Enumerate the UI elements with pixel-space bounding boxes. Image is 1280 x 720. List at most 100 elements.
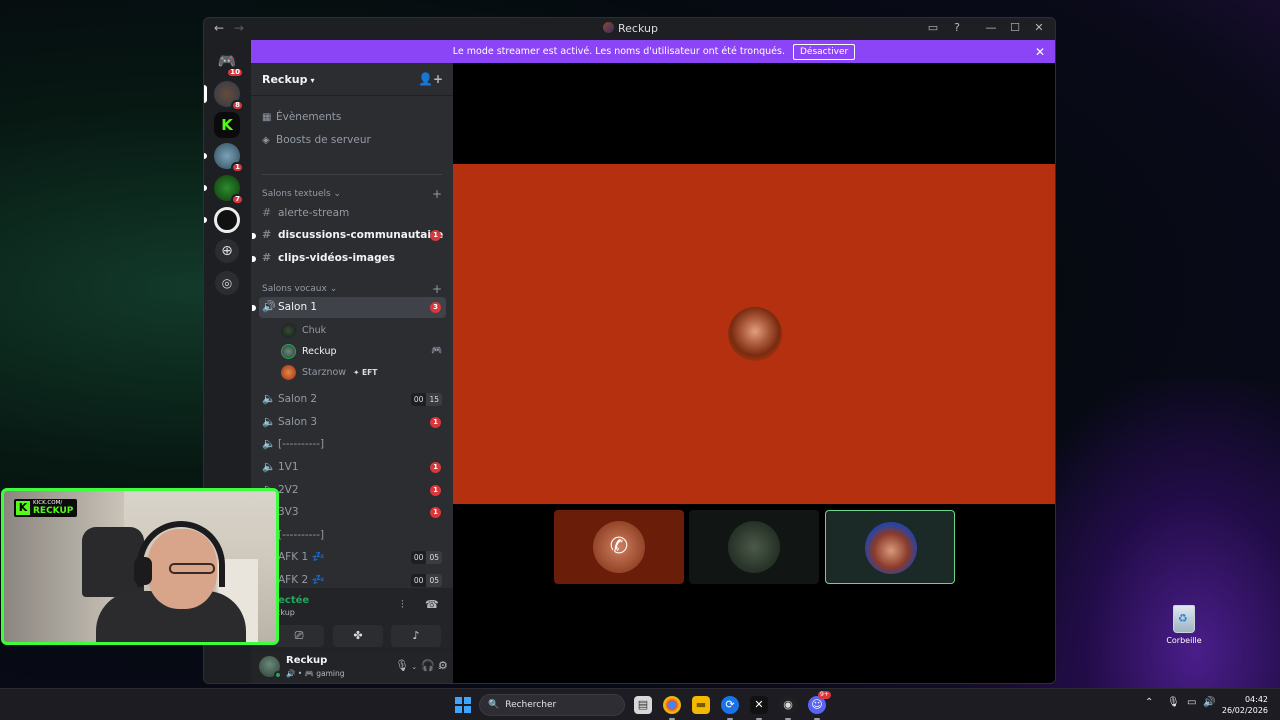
voice-channel-afk-1[interactable]: 🔈AFK 1 💤 0005 <box>259 547 446 568</box>
speaker-muted-icon: 🔈 <box>262 437 276 450</box>
volume-icon[interactable]: 🔊 <box>1203 697 1215 708</box>
participant-tile-3[interactable] <box>825 510 955 584</box>
divider <box>262 174 442 175</box>
hash-icon: # <box>262 206 272 219</box>
window-controls: ▭ ? — ☐ ✕ <box>921 21 1051 34</box>
participant-tile-2[interactable] <box>689 510 819 584</box>
controls-spacer <box>969 21 979 34</box>
voice-channel-salon-3[interactable]: 🔈 Salon 3 1 <box>259 412 446 433</box>
voice-channel-salon-1[interactable]: 🔊 Salon 1 3 <box>252 297 446 318</box>
help-icon[interactable]: ? <box>945 21 969 34</box>
close-banner-icon[interactable]: ✕ <box>1035 45 1045 59</box>
channel-label: [----------] <box>278 438 325 450</box>
participant-avatar <box>865 522 917 574</box>
online-status-icon <box>274 671 282 679</box>
count-current: 00 <box>410 574 427 587</box>
voice-stage: ✆ <box>453 63 1055 683</box>
count-limit: 15 <box>426 393 442 406</box>
capcut-icon[interactable]: ✕ <box>750 696 768 720</box>
text-category[interactable]: Salons textuels ⌄ + <box>262 187 442 201</box>
events-link[interactable]: ▦ Évènements <box>262 111 341 123</box>
settings-gear-icon[interactable]: ⚙ <box>438 659 448 672</box>
app-icon-blue[interactable]: ⟳ <box>721 696 739 720</box>
discord-icon[interactable]: ☺ 9+ <box>808 691 831 720</box>
server-boosts-link[interactable]: ◈ Boosts de serveur <box>262 134 371 146</box>
server-badge: 1 <box>231 162 244 173</box>
file-explorer-icon[interactable]: ▬ <box>692 696 710 714</box>
chrome-icon[interactable] <box>663 696 681 720</box>
maximize-button[interactable]: ☐ <box>1003 21 1027 34</box>
voice-channel-3v3[interactable]: 🔈3V3 1 <box>259 502 446 523</box>
channel-label: clips-vidéos-images <box>278 252 395 264</box>
soundboard-button[interactable]: ♪ <box>391 625 441 647</box>
active-server-pill <box>204 85 207 103</box>
username[interactable]: Reckup <box>286 655 327 666</box>
display-icon[interactable]: ▭ <box>1187 697 1196 708</box>
member-name: Chuk <box>302 324 327 336</box>
channel-clips-videos-images[interactable]: # clips-vidéos-images <box>252 248 446 269</box>
user-count: 00 15 <box>410 393 442 406</box>
game-activity: ✦ EFT <box>353 367 378 377</box>
activities-button[interactable]: ✤ <box>333 625 383 647</box>
mention-badge: 3 <box>430 302 441 313</box>
clock-date: 26/02/2026 <box>1221 706 1268 715</box>
disconnect-icon[interactable]: ☎ <box>425 598 439 611</box>
user-status: 🔊 • 🎮 gaming <box>286 669 345 678</box>
hash-icon: # <box>262 251 272 264</box>
microphone-icon[interactable]: 🎙 ⌄ <box>395 659 417 672</box>
server-header[interactable]: Reckup ▾ 👤+ <box>251 63 453 96</box>
channel-sidebar: Reckup ▾ 👤+ ▦ Évènements ◈ Boosts de serveu… <box>251 63 453 683</box>
add-server-icon[interactable]: ⊕ <box>215 239 239 263</box>
close-button[interactable]: ✕ <box>1027 21 1051 34</box>
taskbar-clock[interactable]: 04:42 26/02/2026 <box>1220 694 1268 716</box>
task-view-icon[interactable]: ▤ <box>634 696 652 714</box>
server-icon-5[interactable] <box>204 207 240 233</box>
voice-member-starznow[interactable]: Starznow ✦ EFT <box>281 363 377 381</box>
channel-label: alerte-stream <box>278 207 350 219</box>
voice-channel-2v2[interactable]: 🔈2V2 1 <box>259 480 446 501</box>
channel-alerte-stream[interactable]: # alerte-stream <box>259 203 446 224</box>
unread-indicator <box>252 256 256 262</box>
count-limit: 05 <box>426 574 442 587</box>
windows-start-icon[interactable] <box>455 697 471 713</box>
add-voice-channel-icon[interactable]: + <box>432 282 442 296</box>
chevron-up-icon[interactable]: ⌃ <box>1145 697 1153 708</box>
minimize-button[interactable]: — <box>979 21 1003 34</box>
user-count: 00 05 <box>410 574 442 587</box>
noise-suppression-icon[interactable]: ⫶ <box>401 598 404 612</box>
mention-badge: 1 <box>430 485 441 496</box>
participant-tile-1[interactable]: ✆ <box>554 510 684 584</box>
server-icon-reckup[interactable]: 8 <box>204 81 244 111</box>
unread-indicator <box>252 305 256 311</box>
voice-member-chuk[interactable]: Chuk <box>281 321 326 339</box>
screen-share-button[interactable]: ⎚ <box>274 625 324 647</box>
microphone-tray-icon[interactable]: 🎙 <box>1167 697 1180 708</box>
webcam-earcup <box>134 557 152 585</box>
channel-discussions-communautaire[interactable]: # discussions-communautaire 1 <box>252 225 446 246</box>
kick-text: KICK.COM/ RECKUP <box>33 500 73 516</box>
discover-icon[interactable]: ◎ <box>215 271 239 295</box>
discord-window: ← → Reckup ▭ ? — ☐ ✕ 🎮 10 8 K 1 7 ⊕ ◎ Le… <box>203 17 1056 684</box>
server-icon-kick[interactable]: K <box>214 112 240 138</box>
channel-label: Salon 3 <box>278 416 318 428</box>
discord-home-icon[interactable]: 🎮 10 <box>214 48 244 78</box>
webcam-overlay: K KICK.COM/ RECKUP <box>1 488 279 645</box>
focused-participant-tile[interactable] <box>453 164 1055 504</box>
voice-channel-separator-2[interactable]: 🔈[----------] <box>259 525 446 546</box>
obs-icon[interactable]: ◉ <box>779 696 797 720</box>
voice-channel-1v1[interactable]: 🔈 1V1 1 <box>259 457 446 478</box>
recycle-bin-shortcut[interactable]: Corbeille <box>1164 605 1204 645</box>
server-icon-4[interactable]: 7 <box>204 175 244 205</box>
inbox-icon[interactable]: ▭ <box>921 21 945 34</box>
server-icon-3[interactable]: 1 <box>204 143 244 173</box>
voice-category[interactable]: Salons vocaux ⌄ + <box>262 282 442 296</box>
voice-channel-salon-2[interactable]: 🔈 Salon 2 00 15 <box>259 389 446 410</box>
taskbar-search[interactable]: 🔍 Rechercher <box>479 694 625 716</box>
add-text-channel-icon[interactable]: + <box>432 187 442 201</box>
invite-people-icon[interactable]: 👤+ <box>418 72 443 86</box>
voice-member-reckup[interactable]: Reckup 🎮 <box>281 342 442 360</box>
voice-channel-separator[interactable]: 🔈 [----------] <box>259 434 446 455</box>
disable-streamer-mode-button[interactable]: Désactiver <box>792 43 856 60</box>
taskbar: 🔍 Rechercher ▤ ▬ ⟳ ✕ ◉ ☺ 9+ ⌃ 🎙 ▭ 🔊 04:42… <box>0 688 1280 720</box>
home-badge: 10 <box>226 67 244 78</box>
